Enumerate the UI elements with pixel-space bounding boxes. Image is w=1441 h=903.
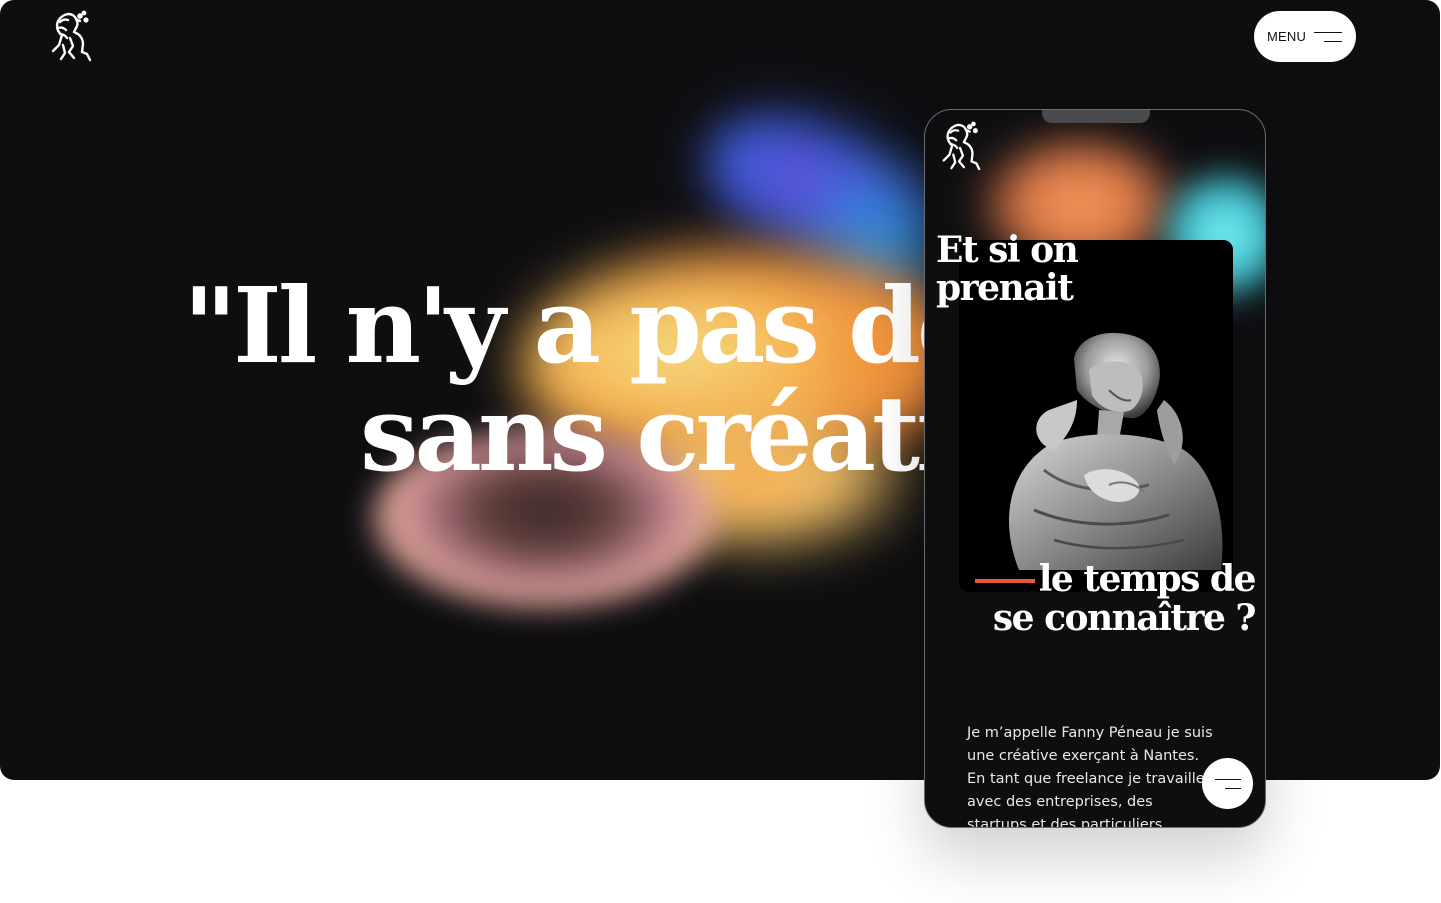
menu-button[interactable]: MENU xyxy=(1254,11,1356,62)
hero-headline-line2: sans créativ xyxy=(360,372,930,488)
phone-title-part1: Et si on prenait xyxy=(936,229,1079,309)
hero-headline-line1: "Il n'y a pas de ri xyxy=(183,272,930,387)
hamburger-icon xyxy=(1214,778,1241,790)
lion-logo-icon[interactable] xyxy=(937,121,985,173)
phone-title-part2: le temps de se connaître ? xyxy=(992,558,1257,639)
menu-label: MENU xyxy=(1267,29,1307,44)
hamburger-icon xyxy=(1314,31,1343,43)
phone-title-part2-line2: se connaître ? xyxy=(992,597,1257,639)
phone-mockup: Et si on prenait le temps de se connaîtr… xyxy=(924,109,1266,828)
phone-menu-button[interactable] xyxy=(1202,758,1253,809)
hero-headline: "Il n'y a pas de ri sans créativ xyxy=(0,272,930,488)
phone-notch xyxy=(1042,110,1150,123)
bio-text: Je m’appelle Fanny Péneau je suis une cr… xyxy=(967,725,1213,828)
lion-logo-icon[interactable] xyxy=(46,10,96,64)
phone-title-part2-line1: le temps de xyxy=(1038,558,1257,600)
